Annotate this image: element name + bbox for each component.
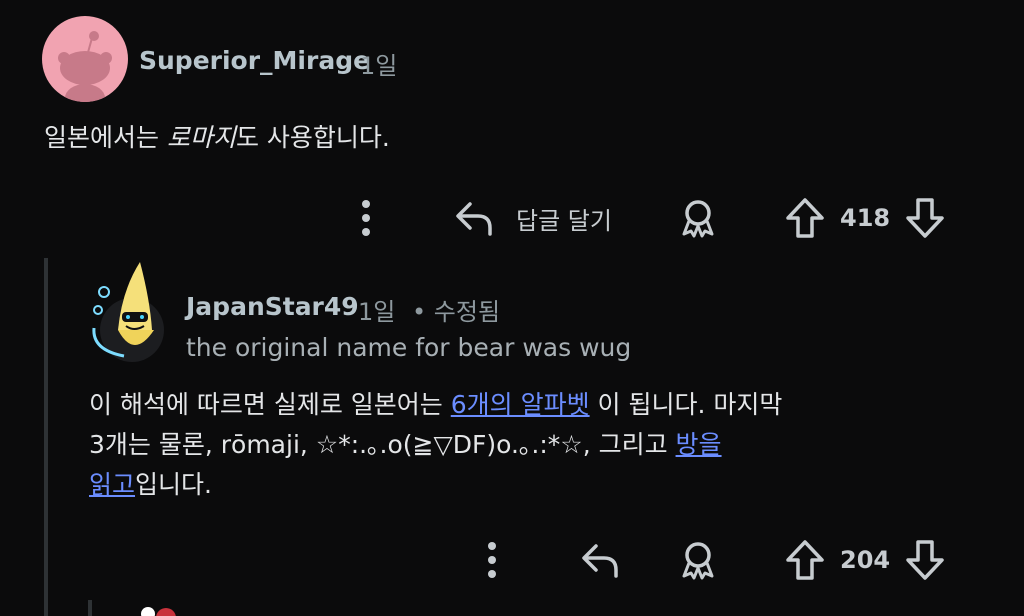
timestamp: 1일	[360, 52, 398, 80]
thread-line[interactable]	[88, 600, 92, 616]
reply-button[interactable]: 답글 달기	[452, 196, 612, 240]
timestamp: 1일	[358, 298, 396, 326]
vote-controls: 204	[784, 538, 946, 582]
comment-text: 일본에서는	[44, 123, 167, 152]
username[interactable]: JapanStar49	[186, 292, 359, 321]
comment-body: 이 해석에 따르면 실제로 일본어는 6개의 알파벳 이 됩니다. 마지막 3개…	[89, 385, 989, 505]
comment-text-emphasis: 로마지	[166, 123, 236, 152]
avatar[interactable]	[88, 260, 172, 364]
comment-text: 3개는 물론, rōmaji, ☆*:.｡.o(≧▽DF)o.｡.:*☆, 그리…	[89, 430, 676, 459]
score: 204	[840, 546, 891, 574]
edited-label: • 수정됨	[412, 298, 501, 326]
avatar[interactable]	[42, 16, 128, 102]
downvote-icon[interactable]	[904, 538, 946, 582]
downvote-icon[interactable]	[904, 196, 946, 240]
award-icon[interactable]	[676, 538, 720, 582]
avatar[interactable]	[138, 604, 178, 616]
comment-text: 입니다.	[135, 470, 212, 499]
user-flair: the original name for bear was wug	[186, 333, 632, 362]
reply-icon[interactable]	[578, 538, 622, 582]
snoo-icon	[58, 31, 112, 102]
comment-text: 이 해석에 따르면 실제로 일본어는	[89, 390, 451, 419]
comment-text: 도 사용합니다.	[235, 123, 390, 152]
username[interactable]: Superior_Mirage	[139, 46, 370, 75]
comment-line: 이 해석에 따르면 실제로 일본어는 6개의 알파벳 이 됩니다. 마지막	[89, 385, 989, 425]
avatar-icon	[141, 607, 176, 616]
award-icon[interactable]	[676, 196, 720, 240]
reply-label: 답글 달기	[516, 206, 612, 235]
link[interactable]: 6개의 알파벳	[451, 390, 590, 419]
comment-line: 읽고입니다.	[89, 465, 989, 505]
link[interactable]: 방을	[676, 430, 722, 459]
comment-text: 이 됩니다. 마지막	[589, 390, 783, 419]
thread-line[interactable]	[44, 258, 48, 616]
upvote-icon[interactable]	[784, 538, 826, 582]
more-options-icon[interactable]	[355, 198, 377, 238]
link[interactable]: 읽고	[89, 470, 135, 499]
banana-avatar-icon	[92, 262, 164, 362]
reply-icon	[452, 196, 496, 240]
comment-line: 3개는 물론, rōmaji, ☆*:.｡.o(≧▽DF)o.｡.:*☆, 그리…	[89, 425, 989, 465]
vote-controls: 418	[784, 196, 946, 240]
more-options-icon[interactable]	[481, 540, 503, 580]
score: 418	[840, 204, 891, 232]
comment-body: 일본에서는 로마지도 사용합니다.	[44, 118, 390, 158]
upvote-icon[interactable]	[784, 196, 826, 240]
